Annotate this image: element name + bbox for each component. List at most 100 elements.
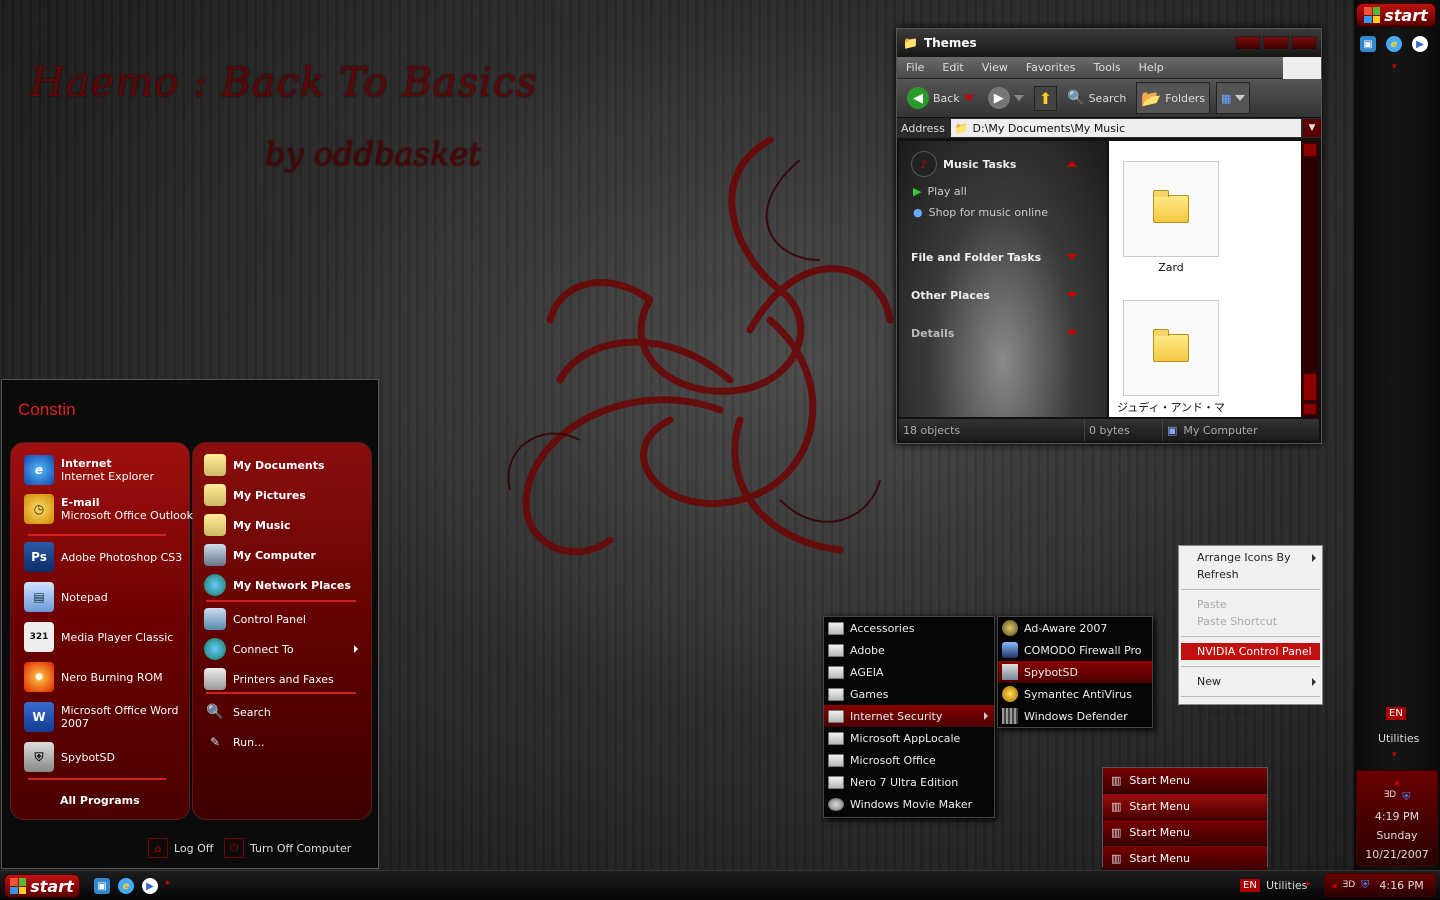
chevron-down-icon[interactable]: ▾	[1392, 750, 1397, 760]
programs-item[interactable]: Microsoft AppLocale	[824, 727, 994, 749]
start-item-email[interactable]: ◷ E-mail Microsoft Office Outlook	[24, 494, 193, 524]
language-indicator[interactable]: EN	[1386, 707, 1406, 720]
shop-online-link[interactable]: ● Shop for music online	[899, 202, 1107, 223]
start-place-printers[interactable]: Printers and Faxes	[204, 668, 334, 690]
tray-app-icon[interactable]: ∃D	[1343, 880, 1356, 890]
programs-item[interactable]: AGEIA	[824, 661, 994, 683]
start-place-my-documents[interactable]: My Documents	[204, 454, 325, 476]
start-item-spybot[interactable]: ⛨ SpybotSD	[24, 742, 115, 772]
tray-app-icon[interactable]: ∃D	[1384, 790, 1397, 804]
close-button[interactable]	[1291, 36, 1317, 50]
security-item[interactable]: Ad-Aware 2007	[998, 617, 1152, 639]
folder-item[interactable]	[1123, 300, 1219, 396]
clock-time[interactable]: 4:16 PM	[1379, 879, 1423, 892]
back-button[interactable]: ◀ Back	[903, 85, 978, 111]
chevron-down-icon[interactable]: ▾	[1392, 62, 1397, 72]
menu-view[interactable]: View	[973, 61, 1017, 74]
vertical-scrollbar[interactable]	[1301, 141, 1319, 417]
start-item-media-player-classic[interactable]: 321 Media Player Classic	[24, 622, 173, 652]
details-header[interactable]: Details	[899, 323, 1107, 343]
forward-button[interactable]: ▶	[984, 85, 1028, 111]
internet-explorer-icon[interactable]: e	[1386, 36, 1402, 52]
address-dropdown-button[interactable]: ▼	[1303, 119, 1321, 137]
start-place-run[interactable]: ✎ Run...	[204, 731, 265, 753]
up-folder-button[interactable]: ⬆	[1033, 85, 1058, 111]
programs-item[interactable]: Windows Movie Maker	[824, 793, 994, 815]
start-place-my-music[interactable]: My Music	[204, 514, 291, 536]
expand-icon[interactable]	[1067, 292, 1077, 298]
address-input[interactable]: 📁 D:\My Documents\My Music	[950, 119, 1301, 137]
programs-item-highlighted[interactable]: Internet Security	[824, 705, 994, 727]
start-item-internet[interactable]: e Internet Internet Explorer	[24, 455, 154, 485]
start-button[interactable]: start	[1356, 3, 1436, 27]
start-item-nero[interactable]: ✹ Nero Burning ROM	[24, 662, 163, 692]
folders-button[interactable]: 📂 Folders	[1136, 82, 1211, 114]
mini-start-menu-item[interactable]: ▥ Start Menu	[1103, 820, 1267, 846]
programs-item[interactable]: Microsoft Office	[824, 749, 994, 771]
chevron-right-icon[interactable]: ▸	[166, 878, 171, 894]
start-item-word[interactable]: W Microsoft Office Word 2007	[24, 702, 181, 732]
maximize-button[interactable]	[1263, 36, 1289, 50]
all-programs-button[interactable]: All Programs	[60, 794, 140, 807]
context-refresh[interactable]: Refresh	[1179, 566, 1322, 583]
start-button[interactable]: start	[4, 874, 80, 898]
expand-icon[interactable]	[1067, 254, 1077, 260]
collapse-icon[interactable]	[1067, 161, 1077, 167]
mini-start-menu-item[interactable]: ▥ Start Menu	[1103, 846, 1267, 872]
start-place-control-panel[interactable]: Control Panel	[204, 608, 306, 630]
log-off-button[interactable]: ⌂ Log Off	[148, 838, 213, 858]
scroll-up-button[interactable]	[1303, 143, 1317, 157]
folder-item[interactable]	[1123, 161, 1219, 257]
start-place-my-network-places[interactable]: My Network Places	[204, 574, 351, 596]
tray-shield-icon[interactable]: ⛨	[1402, 790, 1410, 804]
security-item[interactable]: Windows Defender	[998, 705, 1152, 727]
other-places-header[interactable]: Other Places	[899, 285, 1107, 305]
programs-item[interactable]: Nero 7 Ultra Edition	[824, 771, 994, 793]
show-desktop-icon[interactable]: ▣	[94, 878, 110, 894]
minimize-button[interactable]	[1235, 36, 1261, 50]
context-new[interactable]: New	[1179, 673, 1322, 690]
play-all-link[interactable]: ▶ Play all	[899, 181, 1107, 202]
scroll-down-button[interactable]	[1303, 403, 1317, 415]
start-place-connect-to[interactable]: Connect To	[204, 638, 360, 660]
chevron-up-icon[interactable]: ▴	[1357, 775, 1437, 788]
clock-time[interactable]: 4:19 PM	[1357, 810, 1437, 823]
show-desktop-icon[interactable]: ▣	[1360, 36, 1376, 52]
start-item-notepad[interactable]: ▤ Notepad	[24, 582, 108, 612]
internet-explorer-icon[interactable]: e	[118, 878, 134, 894]
start-item-photoshop[interactable]: Ps Adobe Photoshop CS3	[24, 542, 182, 572]
media-player-icon[interactable]: ▶	[142, 878, 158, 894]
tray-shield-icon[interactable]: ⛨	[1361, 878, 1369, 892]
programs-item[interactable]: Accessories	[824, 617, 994, 639]
menu-favorites[interactable]: Favorites	[1017, 61, 1085, 74]
language-indicator[interactable]: EN	[1240, 879, 1260, 892]
context-arrange-icons[interactable]: Arrange Icons By	[1179, 549, 1322, 566]
expand-icon[interactable]	[1067, 330, 1077, 336]
security-item[interactable]: COMODO Firewall Pro	[998, 639, 1152, 661]
file-folder-tasks-header[interactable]: File and Folder Tasks	[899, 247, 1107, 267]
security-item-highlighted[interactable]: SpybotSD	[998, 661, 1152, 683]
window-titlebar[interactable]: 📁 Themes	[897, 29, 1321, 57]
chevron-left-icon[interactable]: ◂	[1331, 879, 1337, 892]
context-properties[interactable]: Properties	[1179, 703, 1322, 720]
menu-help[interactable]: Help	[1130, 61, 1173, 74]
start-place-search[interactable]: 🔍 Search	[204, 701, 271, 723]
scrollbar-thumb[interactable]	[1303, 373, 1317, 401]
security-item[interactable]: Symantec AntiVirus	[998, 683, 1152, 705]
turn-off-button[interactable]: ⏻ Turn Off Computer	[224, 838, 351, 858]
explorer-window[interactable]: 📁 Themes File Edit View Favorites Tools …	[896, 28, 1322, 444]
views-button[interactable]: ▦	[1216, 82, 1251, 114]
start-place-my-pictures[interactable]: My Pictures	[204, 484, 306, 506]
mini-start-menu-item[interactable]: ▥ Start Menu	[1103, 794, 1267, 820]
media-player-icon[interactable]: ▶	[1412, 36, 1428, 52]
music-tasks-header[interactable]: ♪ Music Tasks	[899, 151, 1107, 177]
start-place-my-computer[interactable]: My Computer	[204, 544, 316, 566]
chevron-right-icon[interactable]: ▸	[1306, 879, 1311, 889]
menu-file[interactable]: File	[897, 61, 933, 74]
utilities-toolbar-label[interactable]: Utilities	[1266, 879, 1307, 892]
programs-item[interactable]: Games	[824, 683, 994, 705]
search-button[interactable]: 🔍 Search	[1063, 88, 1130, 108]
file-view[interactable]: Zard ジュディ・アンド・マリー	[1109, 141, 1301, 430]
utilities-toolbar-label[interactable]: Utilities	[1378, 732, 1419, 745]
menu-edit[interactable]: Edit	[933, 61, 972, 74]
